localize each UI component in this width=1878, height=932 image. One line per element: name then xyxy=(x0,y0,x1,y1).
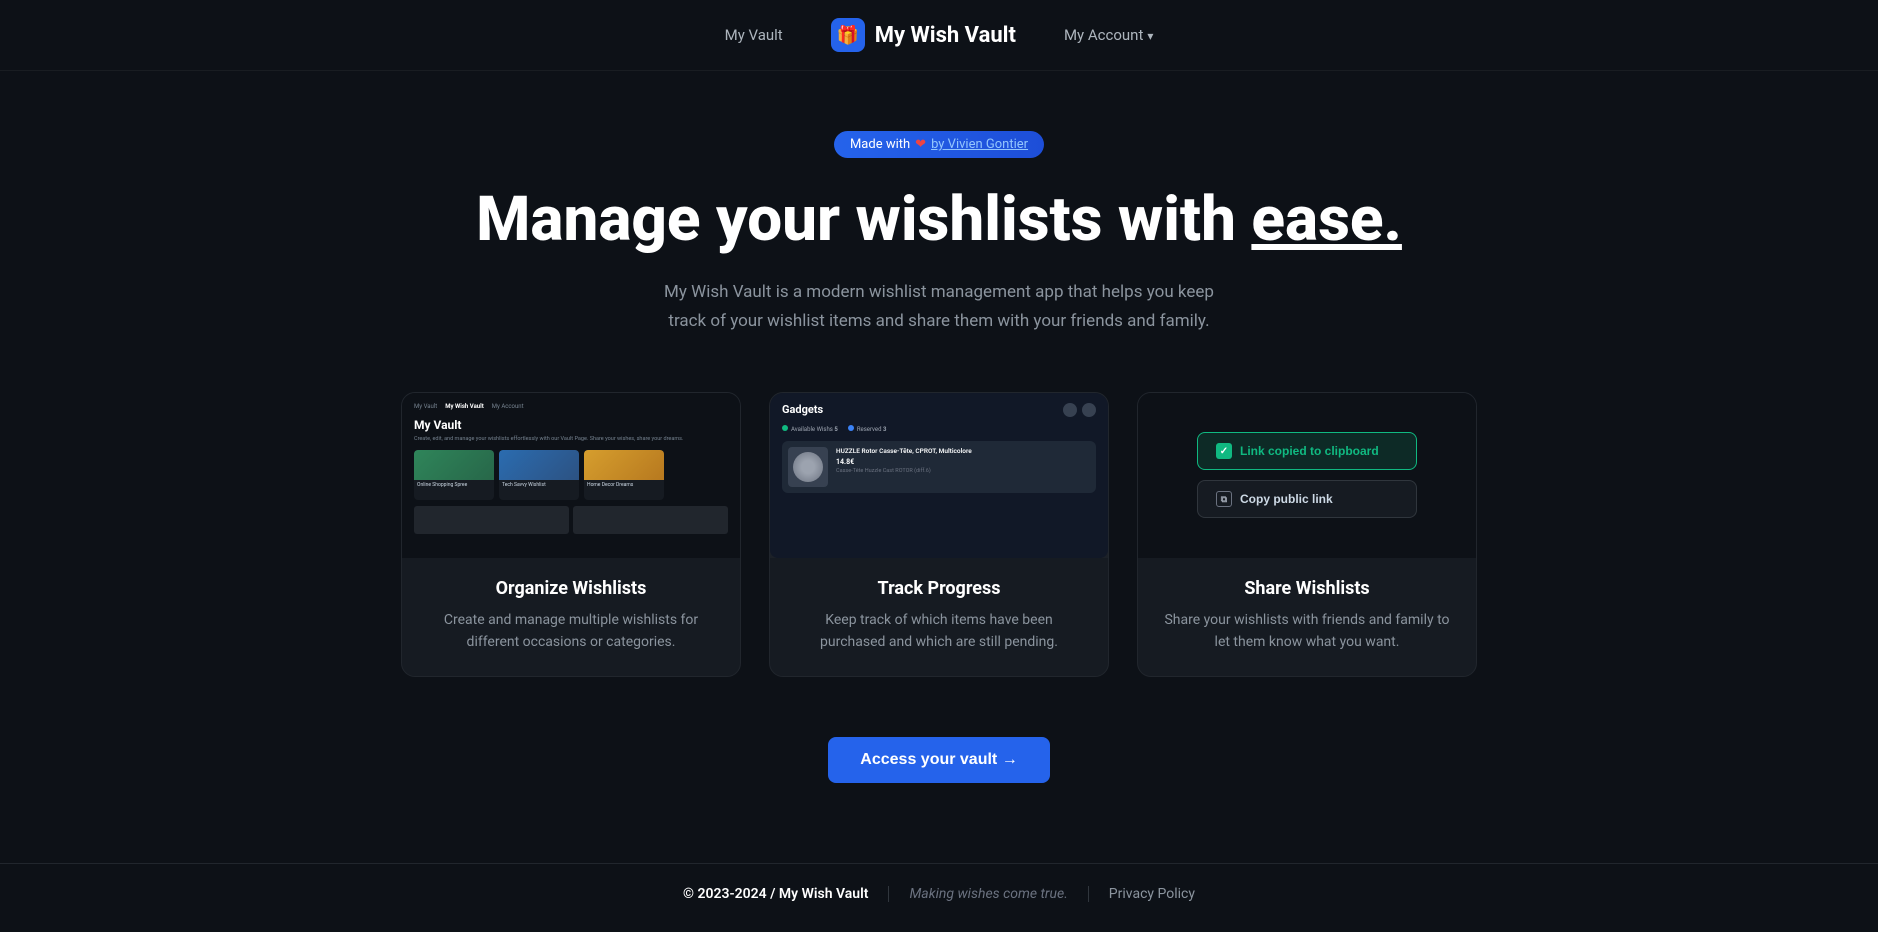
check-icon: ✓ xyxy=(1216,443,1232,459)
feature-title-track: Track Progress xyxy=(792,578,1086,599)
footer: © 2023-2024 / My Wish Vault Making wishe… xyxy=(0,863,1878,924)
feature-preview-track: Gadgets Available Wishs 5 Reserved 3 xyxy=(770,393,1108,558)
footer-tagline: Making wishes come true. xyxy=(909,886,1067,902)
track-item: HUZZLE Rotor Casse-Tête, CPROT, Multicol… xyxy=(782,441,1096,493)
track-icon-2 xyxy=(1082,403,1096,417)
heart-icon: ❤ xyxy=(915,137,926,152)
chevron-down-icon: ▾ xyxy=(1147,29,1153,43)
track-list-title: Gadgets xyxy=(782,403,823,416)
feature-title-organize: Organize Wishlists xyxy=(424,578,718,599)
track-icon-1 xyxy=(1063,403,1077,417)
feature-card-track: Gadgets Available Wishs 5 Reserved 3 xyxy=(769,392,1109,677)
feature-desc-organize: Create and manage multiple wishlists for… xyxy=(424,609,718,654)
stat-dot-available xyxy=(782,425,788,431)
copy-public-link-label: Copy public link xyxy=(1240,492,1333,506)
feature-desc-track: Keep track of which items have been purc… xyxy=(792,609,1086,654)
nav-account-menu[interactable]: My Account ▾ xyxy=(1064,26,1153,44)
feature-title-share: Share Wishlists xyxy=(1160,578,1454,599)
share-copied-label: Link copied to clipboard xyxy=(1240,444,1379,458)
author-link[interactable]: by Vivien Gontier xyxy=(931,137,1028,152)
mockup-organize: My Vault My Wish Vault My Account My Vau… xyxy=(402,393,740,558)
copy-icon: ⧉ xyxy=(1216,491,1232,507)
stat-reserved-label: Reserved xyxy=(857,426,882,433)
hero-title-start: Manage your wishlists with xyxy=(476,183,1251,256)
nav-brand-icon: 🎁 xyxy=(831,18,865,52)
track-item-image xyxy=(788,447,828,487)
footer-copyright: © 2023-2024 / My Wish Vault xyxy=(683,886,868,902)
hero-title-highlight: ease. xyxy=(1251,183,1402,256)
mockup-share: ✓ Link copied to clipboard ⧉ Copy public… xyxy=(1138,393,1476,558)
features-section: My Vault My Wish Vault My Account My Vau… xyxy=(389,392,1489,677)
feature-info-share: Share Wishlists Share your wishlists wit… xyxy=(1138,558,1476,676)
track-stats: Available Wishs 5 Reserved 3 xyxy=(782,425,1096,433)
stat-dot-reserved xyxy=(848,425,854,431)
share-copied-btn[interactable]: ✓ Link copied to clipboard xyxy=(1197,432,1417,470)
privacy-policy-link[interactable]: Privacy Policy xyxy=(1109,886,1195,902)
nav-brand: 🎁 My Wish Vault xyxy=(831,18,1016,52)
track-item-content: HUZZLE Rotor Casse-Tête, CPROT, Multicol… xyxy=(836,447,1090,474)
made-with-badge: Made with ❤ by Vivien Gontier xyxy=(834,131,1044,158)
track-item-subtitle: Casse-Tête Huzzle Cast ROTOR (diff.6) xyxy=(836,468,1090,474)
feature-info-track: Track Progress Keep track of which items… xyxy=(770,558,1108,676)
hero-title: Manage your wishlists with ease. xyxy=(476,186,1402,254)
gift-icon: 🎁 xyxy=(837,25,859,46)
main-content: Made with ❤ by Vivien Gontier Manage you… xyxy=(0,71,1878,863)
feature-preview-organize: My Vault My Wish Vault My Account My Vau… xyxy=(402,393,740,558)
feature-card-organize: My Vault My Wish Vault My Account My Vau… xyxy=(401,392,741,677)
feature-card-share: ✓ Link copied to clipboard ⧉ Copy public… xyxy=(1137,392,1477,677)
badge-made-with-text: Made with xyxy=(850,137,910,152)
puzzle-icon xyxy=(793,452,823,482)
cta-label: Access your vault → xyxy=(860,751,1017,769)
mockup-track: Gadgets Available Wishs 5 Reserved 3 xyxy=(770,393,1108,558)
feature-desc-share: Share your wishlists with friends and fa… xyxy=(1160,609,1454,654)
feature-info-organize: Organize Wishlists Create and manage mul… xyxy=(402,558,740,676)
nav-account-label: My Account xyxy=(1064,26,1143,44)
stat-available-label: Available Wishs xyxy=(791,426,833,433)
footer-divider-2 xyxy=(1088,886,1089,902)
copy-public-link-btn[interactable]: ⧉ Copy public link xyxy=(1197,480,1417,518)
nav-brand-label: My Wish Vault xyxy=(875,23,1016,48)
feature-preview-share: ✓ Link copied to clipboard ⧉ Copy public… xyxy=(1138,393,1476,558)
track-item-name: HUZZLE Rotor Casse-Tête, CPROT, Multicol… xyxy=(836,447,1090,455)
footer-divider xyxy=(888,886,889,902)
hero-subtitle: My Wish Vault is a modern wishlist manag… xyxy=(649,278,1229,336)
navbar: My Vault 🎁 My Wish Vault My Account ▾ xyxy=(0,0,1878,71)
access-vault-button[interactable]: Access your vault → xyxy=(828,737,1049,783)
nav-vault-link[interactable]: My Vault xyxy=(725,26,783,44)
track-item-price: 14.8€ xyxy=(836,458,1090,466)
